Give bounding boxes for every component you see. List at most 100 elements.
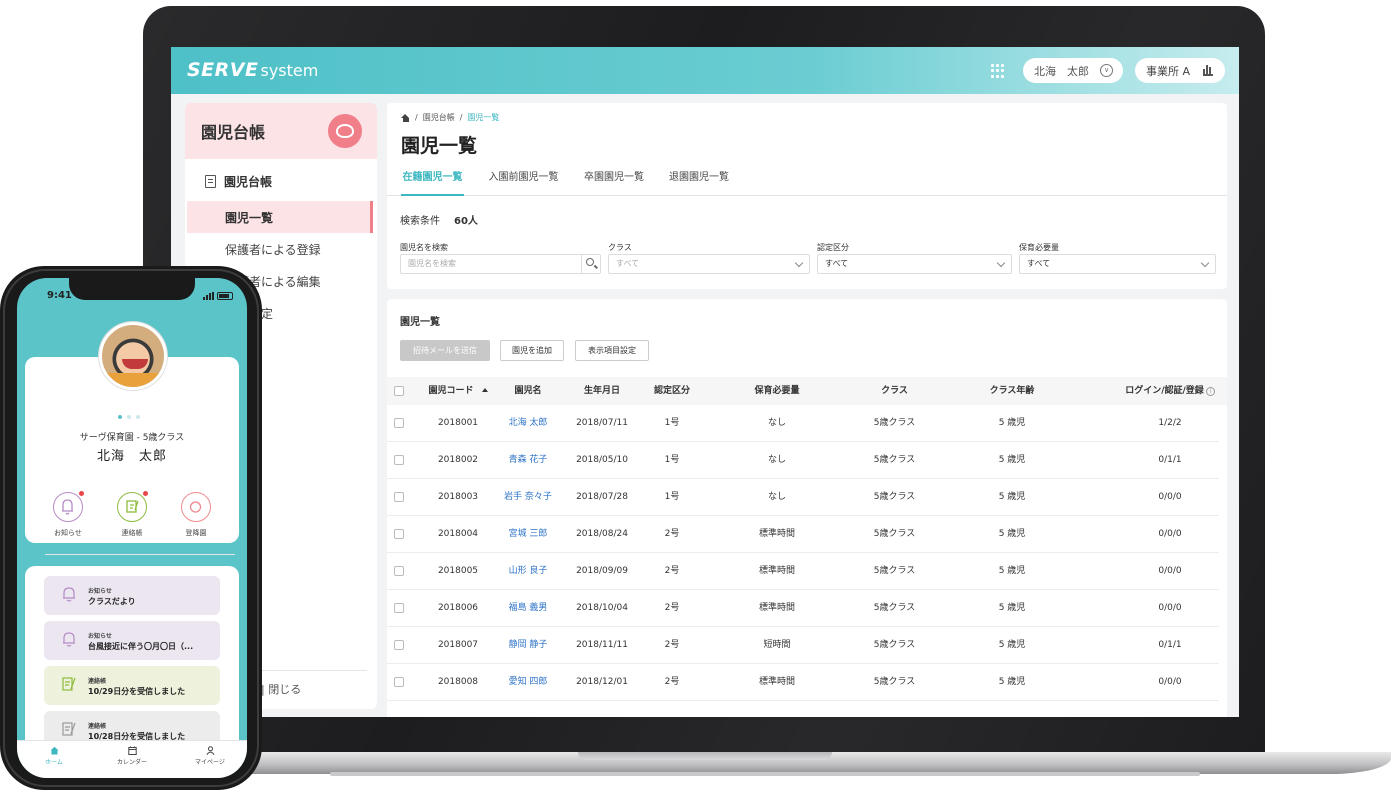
col-cert[interactable]: 認定区分 <box>642 377 702 405</box>
tab-mypage[interactable]: マイページ <box>180 746 240 766</box>
info-icon[interactable]: i <box>1205 387 1215 396</box>
calendar-icon <box>127 746 137 755</box>
table-cell: 5 歳児 <box>998 455 1026 465</box>
table-cell: 5 歳児 <box>998 529 1026 539</box>
table-cell: 1号 <box>664 418 680 428</box>
table-cell: 5歳クラス <box>873 418 916 428</box>
table-cell: 0/1/1 <box>1158 640 1182 650</box>
tab-pre-enrollment[interactable]: 入園前園児一覧 <box>486 164 561 196</box>
table-cell: 5歳クラス <box>873 566 916 576</box>
row-checkbox[interactable] <box>394 566 404 576</box>
table-cell: 2018005 <box>437 566 479 576</box>
sidebar-section-enji[interactable]: 園児台帳 <box>185 161 377 201</box>
table-row: 2018004 宮城 三郎 2018/08/24 2号 標準時間 5歳クラス 5 歳児 0/0… <box>387 516 1219 553</box>
row-checkbox[interactable] <box>394 640 404 650</box>
add-child-button[interactable]: 園児を追加 <box>500 340 564 361</box>
sidebar-header: 園児台帳 <box>185 103 377 159</box>
col-class[interactable]: クラス <box>852 377 937 405</box>
breadcrumb-separator: / <box>415 113 418 122</box>
bell-icon <box>63 587 75 602</box>
class-filter-value: すべて <box>616 259 640 268</box>
class-filter-select[interactable]: すべて <box>608 254 810 274</box>
row-checkbox[interactable] <box>394 418 404 428</box>
col-need[interactable]: 保育必要量 <box>702 377 852 405</box>
table-cell: 5歳クラス <box>873 529 916 539</box>
laptop-notch <box>578 752 832 760</box>
child-avatar[interactable] <box>99 322 167 390</box>
table-cell: 5 歳児 <box>998 566 1026 576</box>
child-name-link[interactable]: 福島 義男 <box>503 590 553 627</box>
column-settings-button[interactable]: 表示項目設定 <box>575 340 649 361</box>
row-checkbox[interactable] <box>394 603 404 613</box>
close-label: 閉じる <box>268 683 302 696</box>
col-birthdate[interactable]: 生年月日 <box>562 377 642 405</box>
apps-grid-icon[interactable] <box>991 64 1005 78</box>
renrakucho-shortcut-button[interactable] <box>117 491 148 522</box>
touko-shortcut-button[interactable] <box>181 492 211 522</box>
row-checkbox[interactable] <box>394 677 404 687</box>
tab-calendar[interactable]: カレンダー <box>102 746 162 766</box>
child-name-link[interactable]: 山形 良子 <box>503 553 553 590</box>
child-name-link[interactable]: 青森 花子 <box>503 442 553 479</box>
bottom-tab-bar: ホーム カレンダー マイページ <box>17 740 247 778</box>
phone-notch <box>69 278 195 300</box>
col-name[interactable]: 園児名 <box>503 377 553 405</box>
notice-item[interactable]: 連絡帳 10/29日分を受信しました <box>44 666 220 705</box>
search-placeholder: 園児名を検索 <box>408 259 456 268</box>
table-cell: 標準時間 <box>758 529 795 539</box>
tab-label: マイページ <box>195 759 225 766</box>
notice-item[interactable]: お知らせ 台風接近に伴う〇月〇日（... <box>44 621 220 660</box>
notice-shortcut-button[interactable] <box>53 491 84 522</box>
select-all-checkbox[interactable] <box>394 386 404 396</box>
sidebar-close-button[interactable]: | 閉じる <box>261 681 301 697</box>
child-name-link[interactable]: 北海 太郎 <box>503 405 553 442</box>
search-panel: / 園児台帳 / 園児一覧 園児一覧 在籍園児一覧 入園前園児一覧 卒園園児一覧… <box>387 103 1227 289</box>
table-row: 2018006 福島 義男 2018/10/04 2号 標準時間 5歳クラス 5 歳児 0/0… <box>387 590 1219 627</box>
office-switch-button[interactable]: 事業所 A <box>1135 58 1225 83</box>
table-header: 園児コード 園児名 生年月日 認定区分 保育必要量 クラス クラス年齢 ログイン… <box>387 377 1227 405</box>
row-checkbox[interactable] <box>394 529 404 539</box>
col-login-status[interactable]: ログイン/認証/登録 i <box>1115 377 1225 405</box>
cert-filter-label: 認定区分 <box>817 243 849 252</box>
table-row: 2018002 青森 花子 2018/05/10 1号 なし 5歳クラス 5 歳児 0/1/1 <box>387 442 1219 479</box>
child-name-link[interactable]: 愛知 四郎 <box>503 664 553 701</box>
cert-filter-value: すべて <box>825 259 849 268</box>
app-logo[interactable]: SERVE system <box>187 59 318 83</box>
chevron-down-icon: ∨ <box>1100 64 1113 77</box>
child-name-link[interactable]: 静岡 静子 <box>503 627 553 664</box>
invite-mail-button[interactable]: 招待メールを送信 <box>400 340 490 361</box>
carousel-dots[interactable] <box>118 415 140 419</box>
row-checkbox[interactable] <box>394 455 404 465</box>
name-search-label: 園児名を検索 <box>400 243 448 252</box>
tab-withdrawn[interactable]: 退園園児一覧 <box>667 164 731 196</box>
child-name-link[interactable]: 宮城 三郎 <box>503 516 553 553</box>
tab-label: カレンダー <box>116 759 147 766</box>
breadcrumb-link[interactable]: 園児台帳 <box>423 112 455 123</box>
tab-home[interactable]: ホーム <box>24 746 84 766</box>
laptop-screen: SERVE system 北海 太郎 ∨ 事業所 A 園児台帳 園児台帳 園児一… <box>171 47 1239 717</box>
col-class-age[interactable]: クラス年齢 <box>947 377 1077 405</box>
table-cell: 0/0/0 <box>1158 566 1182 576</box>
unread-badge <box>79 491 84 496</box>
chevron-down-icon <box>996 258 1006 268</box>
notebook-icon <box>62 722 76 736</box>
row-checkbox[interactable] <box>394 492 404 502</box>
child-name-link[interactable]: 岩手 奈々子 <box>503 479 553 516</box>
sidebar-item-list[interactable]: 園児一覧 <box>187 201 373 233</box>
cert-filter-select[interactable]: すべて <box>817 254 1012 274</box>
notice-item[interactable]: お知らせ クラスだより <box>44 576 220 615</box>
tab-graduated[interactable]: 卒園園児一覧 <box>582 164 646 196</box>
col-code[interactable]: 園児コード <box>413 377 503 405</box>
tab-enrolled[interactable]: 在籍園児一覧 <box>401 164 464 196</box>
notice-text: 10/29日分を受信しました <box>88 687 186 696</box>
sidebar-item-guardian-register[interactable]: 保護者による登録 <box>187 233 373 265</box>
need-filter-select[interactable]: すべて <box>1019 254 1216 274</box>
user-menu-button[interactable]: 北海 太郎 ∨ <box>1023 58 1123 83</box>
battery-icon <box>217 292 233 300</box>
name-search-input[interactable]: 園児名を検索 <box>400 254 601 274</box>
table-cell: 2号 <box>664 566 680 576</box>
search-button[interactable] <box>581 255 600 273</box>
divider <box>45 554 235 555</box>
table-cell: 2018002 <box>437 455 479 465</box>
home-icon[interactable] <box>401 113 410 122</box>
